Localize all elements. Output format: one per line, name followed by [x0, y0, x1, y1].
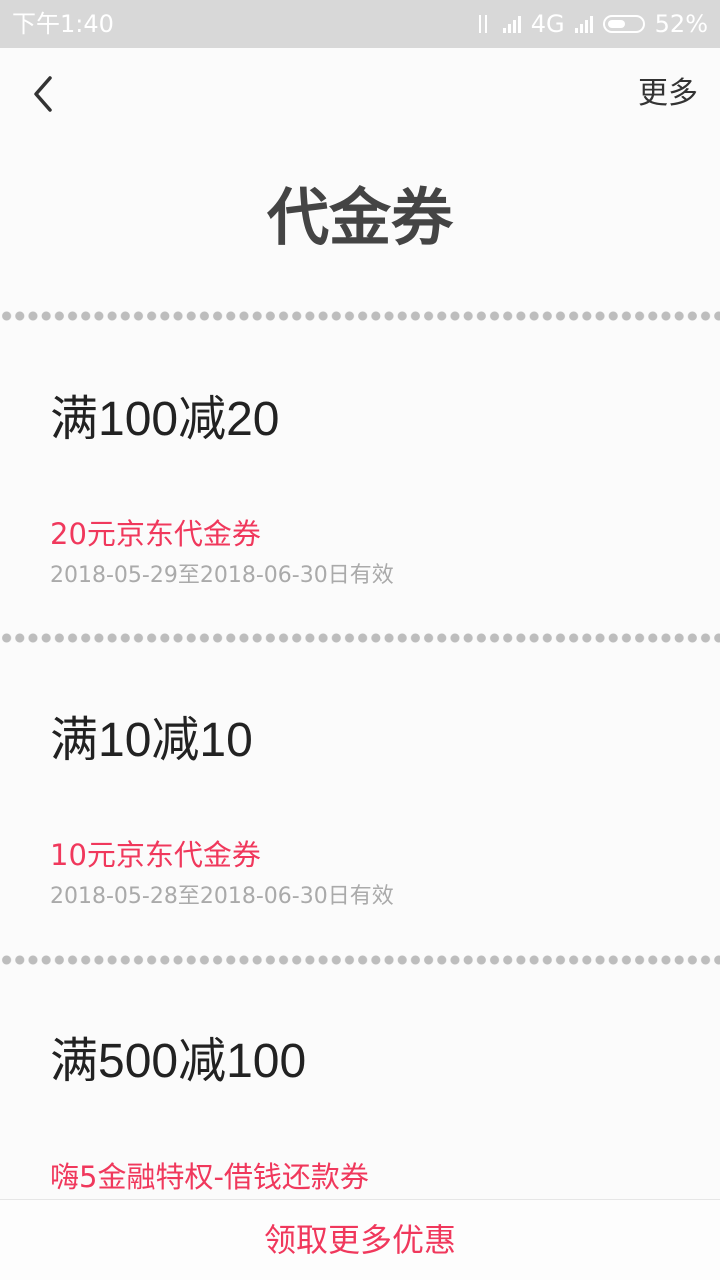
- status-bar: 下午1:40 4G 52%: [0, 0, 720, 48]
- more-button[interactable]: 更多: [638, 74, 698, 114]
- chevron-left-icon: [34, 76, 52, 112]
- coupon-name: 20元京东代金券: [50, 517, 261, 551]
- coupon-validity: 2018-05-29至2018-06-30日有效: [50, 563, 394, 588]
- coupon-name: 嗨5金融特权-借钱还款券: [50, 1160, 369, 1194]
- status-time: 下午1:40: [12, 10, 114, 38]
- battery-level: 52%: [654, 10, 708, 38]
- coupon-title: 满100减20: [50, 393, 280, 446]
- coupon-title: 满10减10: [50, 714, 253, 767]
- dotted-divider: [0, 954, 720, 966]
- coupon-title: 满500减100: [50, 1035, 307, 1088]
- data-activity-icon: [473, 13, 493, 35]
- signal-icon: [502, 15, 521, 33]
- page-title: 代金券: [266, 181, 453, 254]
- get-more-offers-button[interactable]: 领取更多优惠: [0, 1199, 720, 1280]
- coupon-name: 10元京东代金券: [50, 838, 261, 872]
- status-icons: 4G 52%: [473, 9, 708, 39]
- battery-icon: [602, 15, 645, 33]
- signal-icon-2: [574, 15, 593, 33]
- coupon-validity: 2018-05-28至2018-06-30日有效: [50, 884, 394, 909]
- back-button[interactable]: [26, 72, 66, 116]
- dotted-divider: [0, 632, 720, 644]
- dotted-divider: [0, 310, 720, 322]
- network-type: 4G: [530, 10, 565, 38]
- nav-bar: 更多: [0, 48, 720, 140]
